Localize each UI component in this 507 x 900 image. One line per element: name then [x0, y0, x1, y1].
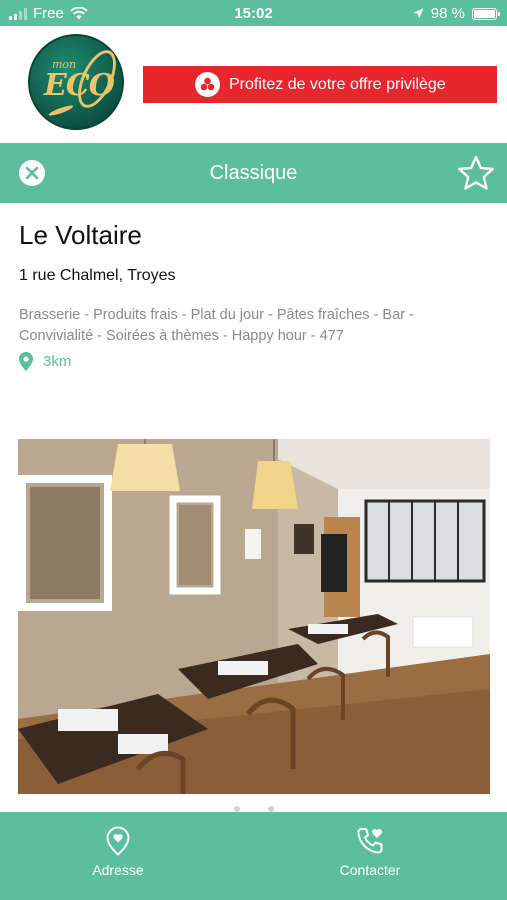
restaurant-interior-image	[18, 439, 490, 794]
restaurant-address: 1 rue Chalmel, Troyes	[19, 267, 176, 284]
status-right: 98 %	[413, 5, 500, 22]
promo-offer-button[interactable]: Profitez de votre offre privilège	[143, 66, 497, 103]
battery-percent: 98 %	[430, 5, 465, 22]
location-arrow-icon	[413, 8, 424, 19]
tab-address[interactable]: Adresse	[48, 826, 188, 878]
promo-label: Profitez de votre offre privilège	[229, 75, 446, 93]
star-icon[interactable]	[457, 155, 495, 191]
restaurant-name: Le Voltaire	[19, 220, 142, 250]
status-bar: Free 15:02 98 %	[0, 0, 507, 26]
page-title: Classique	[209, 162, 298, 184]
logo-main-text: ECO	[44, 68, 115, 103]
tab-contact-label: Contacter	[339, 862, 401, 878]
restaurant-photo[interactable]	[18, 439, 490, 794]
bottom-bar: Adresse Contacter	[0, 812, 507, 900]
battery-fill	[474, 9, 495, 18]
title-bar: Classique	[0, 143, 507, 203]
phone-heart-icon	[357, 828, 383, 854]
battery-icon	[472, 7, 500, 20]
map-pin-icon	[19, 352, 33, 371]
tab-contact[interactable]: Contacter	[300, 826, 440, 878]
distance-label: 3km	[43, 353, 72, 370]
offer-badge-icon	[195, 72, 220, 97]
app-logo: mon ECO	[28, 34, 124, 130]
restaurant-tags: Brasserie - Produits frais - Plat du jou…	[19, 307, 414, 344]
distance-row: 3km	[19, 352, 71, 371]
tab-address-label: Adresse	[92, 862, 144, 878]
location-heart-icon	[106, 826, 130, 856]
